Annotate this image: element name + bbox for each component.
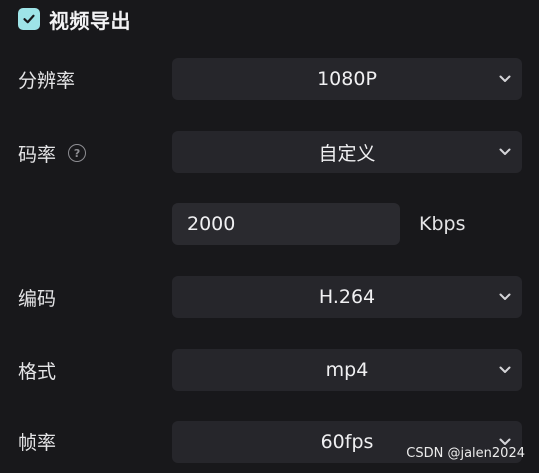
resolution-select[interactable]: 1080P [172,58,522,100]
watermark: CSDN @jalen2024 [406,446,525,461]
framerate-value: 60fps [320,431,374,453]
format-select[interactable]: mp4 [172,349,522,391]
format-value: mp4 [325,359,369,381]
format-label-text: 格式 [18,360,57,383]
chevron-down-icon [499,148,511,155]
bitrate-unit-text: Kbps [419,213,466,235]
video-export-header: 视频导出 [18,6,131,33]
codec-value: H.264 [318,286,376,308]
format-label: 格式 [18,349,56,391]
bitrate-select[interactable]: 自定义 [172,131,522,173]
video-export-panel: 视频导出 分辨率 1080P 码率 ? 自定义 2000 Kbps 编码 H.2… [0,0,539,473]
bitrate-unit: Kbps [419,203,465,245]
framerate-label-text: 帧率 [18,431,57,454]
bitrate-value: 自定义 [318,142,376,165]
bitrate-input-value: 2000 [187,213,236,235]
chevron-down-icon [499,293,511,300]
chevron-down-icon [499,75,511,82]
bitrate-label: 码率 ? [18,132,87,174]
resolution-label: 分辨率 [18,58,75,100]
bitrate-input[interactable]: 2000 [172,203,400,245]
resolution-label-text: 分辨率 [18,69,76,92]
resolution-value: 1080P [317,68,377,90]
question-circle-icon[interactable]: ? [68,144,87,162]
codec-select[interactable]: H.264 [172,276,522,318]
section-title: 视频导出 [49,8,131,33]
framerate-label: 帧率 [18,420,56,462]
bitrate-label-text: 码率 [18,143,57,166]
video-export-checkbox[interactable] [18,8,40,30]
checkmark-icon [23,14,35,24]
chevron-down-icon [499,366,511,373]
codec-label-text: 编码 [18,287,57,310]
codec-label: 编码 [18,276,56,318]
watermark-text: CSDN @jalen2024 [406,446,525,461]
